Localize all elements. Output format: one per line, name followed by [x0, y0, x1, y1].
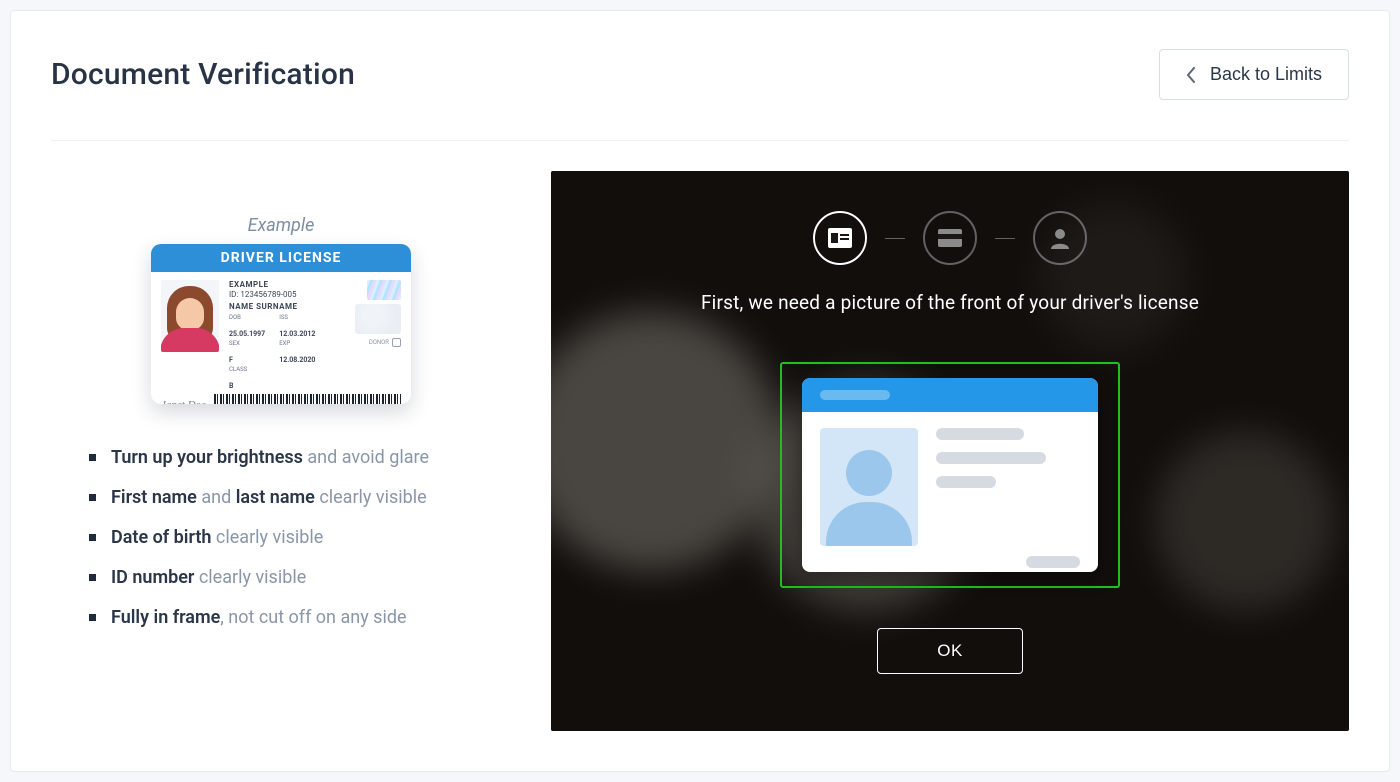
step-back-id [923, 211, 977, 265]
id-back-icon [938, 229, 962, 247]
example-license-card: DRIVER LICENSE EXAMPLE ID: 123456789-005… [151, 244, 411, 404]
list-item: First name and last name clearly visible [111, 484, 511, 512]
id-front-icon [828, 228, 852, 248]
step-indicator [581, 211, 1319, 265]
license-donor-label: DONOR [369, 338, 401, 347]
license-photo [161, 280, 219, 352]
instructions-panel: Example DRIVER LICENSE EXAMPLE ID: 12345… [51, 171, 511, 643]
license-hologram [367, 280, 401, 300]
step-front-id [813, 211, 867, 265]
license-signature: Janet Doe [161, 399, 206, 404]
license-right: DONOR [355, 280, 401, 392]
example-label: Example [51, 215, 511, 236]
capture-frame [780, 362, 1120, 588]
back-to-limits-button[interactable]: Back to Limits [1159, 49, 1349, 100]
back-button-label: Back to Limits [1210, 64, 1322, 85]
content: Example DRIVER LICENSE EXAMPLE ID: 12345… [51, 171, 1349, 731]
license-world-graphic [355, 304, 401, 334]
header: Document Verification Back to Limits [51, 49, 1349, 100]
placeholder-photo [820, 428, 918, 546]
step-selfie [1033, 211, 1087, 265]
list-item: Date of birth clearly visible [111, 524, 511, 552]
list-item: ID number clearly visible [111, 564, 511, 592]
tips-list: Turn up your brightness and avoid glare … [51, 444, 511, 631]
ok-button[interactable]: OK [877, 628, 1023, 674]
license-info: EXAMPLE ID: 123456789-005 NAME SURNAME D… [229, 280, 345, 392]
list-item: Turn up your brightness and avoid glare [111, 444, 511, 472]
example-license-wrap: DRIVER LICENSE EXAMPLE ID: 123456789-005… [51, 244, 511, 404]
capture-instruction: First, we need a picture of the front of… [581, 291, 1319, 314]
divider [51, 140, 1349, 141]
placeholder-lines [936, 428, 1046, 546]
selfie-icon [1050, 227, 1070, 249]
license-barcode [214, 394, 401, 404]
capture-panel: First, we need a picture of the front of… [551, 171, 1349, 731]
list-item: Fully in frame, not cut off on any side [111, 604, 511, 632]
verification-card: Document Verification Back to Limits Exa… [10, 10, 1390, 772]
license-header: DRIVER LICENSE [151, 244, 411, 272]
placeholder-id-card [802, 378, 1098, 572]
chevron-left-icon [1186, 67, 1196, 83]
page-title: Document Verification [51, 57, 355, 92]
